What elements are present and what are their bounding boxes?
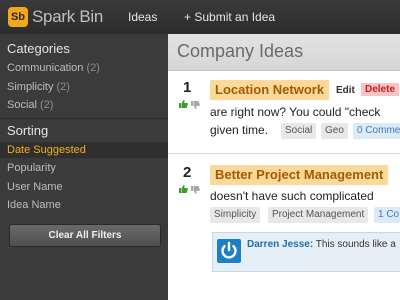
tag-geo[interactable]: Geo [321,123,348,139]
comments-link[interactable]: 1 Co [374,207,400,223]
top-bar: Sb Spark Bin Ideas + Submit an Idea [0,0,400,34]
page-title: Company Ideas [177,41,304,61]
idea-description: are right now? You could "check [210,105,381,119]
category-label: Social [7,99,37,111]
idea-rank: 1 [183,79,192,96]
category-count: (2) [56,81,70,93]
category-count: (2) [40,99,54,111]
thumbs-up-icon[interactable] [178,184,188,194]
category-count: (2) [86,62,100,74]
avatar[interactable] [217,239,241,263]
category-social[interactable]: Social (2) [7,99,53,111]
tag-social[interactable]: Social [281,123,317,139]
main-content: Company Ideas 1 Location Network Edit De… [168,34,400,300]
app-logo[interactable]: Sb Spark Bin [8,7,103,27]
idea-item: 1 Location Network Edit Delete are right… [168,71,400,154]
category-label: Communication [7,62,84,74]
comment-text-line: Darren Jesse: This sounds like a [247,239,399,250]
idea-title[interactable]: Better Project Management [210,165,389,185]
category-simplicity[interactable]: Simplicity (2) [7,81,70,93]
power-icon [221,241,237,259]
comment-author[interactable]: Darren Jesse: [247,239,313,250]
comment-body: This sounds like a [315,239,396,250]
idea-title[interactable]: Location Network [210,80,330,100]
idea-rank: 2 [183,164,192,181]
thumbs-down-icon[interactable] [190,185,200,195]
sorting-heading: Sorting [7,123,49,138]
thumbs-up-icon[interactable] [178,99,188,109]
nav-submit-idea[interactable]: + Submit an Idea [184,10,275,24]
thumbs-down-icon[interactable] [190,100,200,110]
idea-description: doesn't have such complicated [210,189,374,203]
nav-ideas[interactable]: Ideas [128,10,157,24]
clear-all-filters-button[interactable]: Clear All Filters [9,224,161,247]
sidebar: Categories Communication (2) Simplicity … [0,34,168,300]
delete-link[interactable]: Delete [361,83,400,96]
tag-simplicity[interactable]: Simplicity [210,207,261,223]
tag-project-management[interactable]: Project Management [268,207,369,223]
divider [0,118,168,119]
comments-link[interactable]: 0 Comme [353,123,400,139]
sort-popularity[interactable]: Popularity [7,162,56,174]
category-communication[interactable]: Communication (2) [7,62,100,74]
sort-idea-name[interactable]: Idea Name [7,199,61,211]
app-name: Spark Bin [32,7,104,26]
idea-item: 2 Better Project Management doesn't have… [168,154,400,300]
sort-date-suggested[interactable]: Date Suggested [0,142,168,158]
categories-heading: Categories [7,41,70,56]
comment-box: Darren Jesse: This sounds like a [212,232,400,272]
category-label: Simplicity [7,81,54,93]
main-header: Company Ideas [168,34,400,71]
sort-user-name[interactable]: User Name [7,181,63,193]
idea-description-line2: given time. [210,123,269,137]
edit-link[interactable]: Edit [336,85,355,96]
logo-badge: Sb [8,7,28,27]
